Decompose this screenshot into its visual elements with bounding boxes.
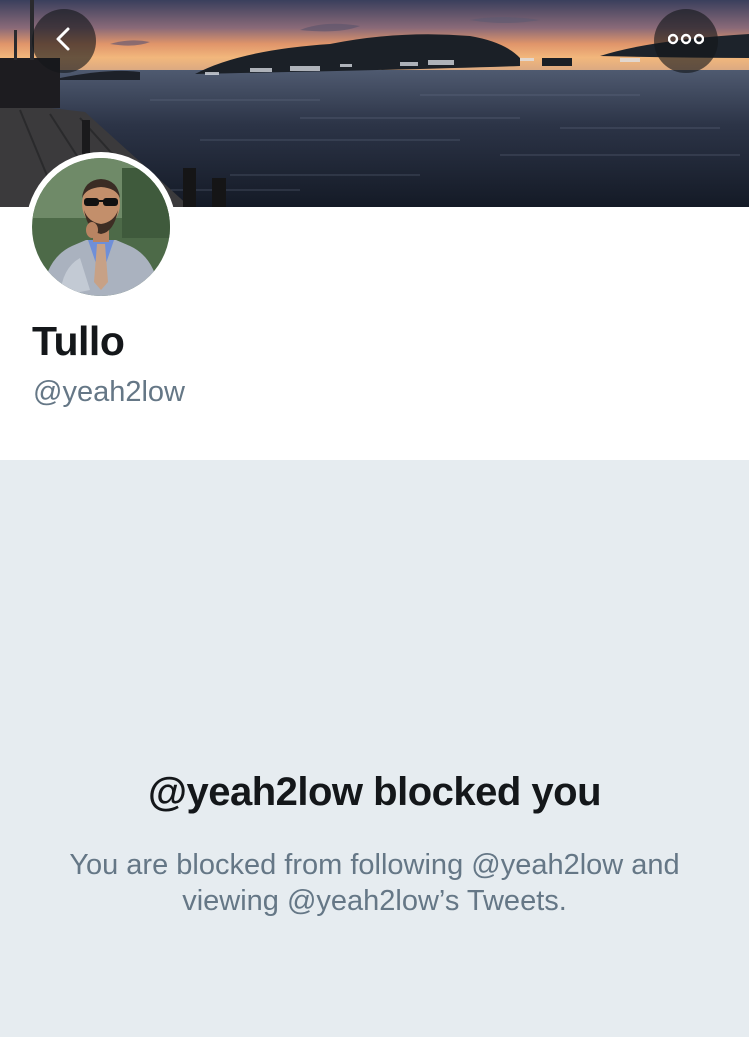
profile-display-name: Tullo	[32, 318, 125, 364]
avatar[interactable]	[26, 152, 176, 302]
chevron-left-icon	[51, 26, 77, 57]
blocked-title: @yeah2low blocked you	[147, 770, 602, 814]
back-button[interactable]	[32, 9, 96, 73]
more-options-button[interactable]	[654, 9, 718, 73]
blocked-notice: @yeah2low blocked you You are blocked fr…	[0, 460, 749, 1037]
more-horizontal-icon	[667, 32, 705, 50]
profile-handle: @yeah2low	[33, 376, 185, 408]
avatar-image	[32, 158, 170, 296]
blocked-description: You are blocked from following @yeah2low…	[69, 849, 680, 917]
